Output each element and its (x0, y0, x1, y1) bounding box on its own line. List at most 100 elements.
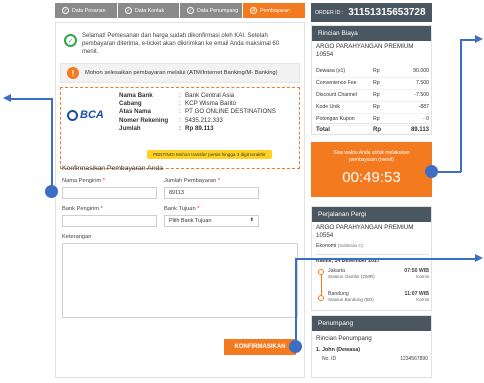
form-title: Konfirmasikan Pembayaran Anda (62, 165, 163, 172)
bank-tujuan-select[interactable]: Pilih Bank Tujuan ⬍ (164, 215, 259, 227)
bank-row-value: 5435.212.333 (185, 116, 223, 124)
passenger-id-row: No. ID 1234567890 (322, 356, 428, 362)
step-label: Data Penumpang (197, 7, 239, 14)
bank-row-value: Bank Central Asia (185, 92, 235, 99)
rincian-biaya-header: Rincian Biaya (312, 26, 431, 41)
bank-row: Jumlah: Rp 89.113 (119, 125, 289, 133)
fee-row: Convenience Fee Rp 7.500 (316, 78, 429, 90)
bank-row: Atas Nama: PT GO ONLINE DESTINATIONS (119, 108, 289, 116)
annotation-dot (289, 340, 302, 353)
perjalanan-header: Perjalanan Pergi (312, 207, 431, 222)
perjalanan-train: ARGO PARAHYANGAN PREMIUM 10554 (316, 224, 414, 239)
check-icon: ✓ (62, 7, 69, 14)
annotation-arrow-icon (475, 254, 483, 262)
bank-row-key: Jumlah (119, 124, 141, 132)
arrival-dot-icon (318, 295, 324, 301)
step-label: Pembayaran (260, 7, 291, 14)
step-label: Data Kontak (135, 7, 165, 14)
timer-value: 00:49:53 (342, 169, 401, 186)
fee-currency: Rp (373, 92, 380, 98)
fee-row: Dewasa (x1) Rp 90.000 (316, 66, 429, 78)
step-data-kontak[interactable]: ✓ Data Kontak (117, 3, 179, 18)
total-currency: Rp (373, 127, 381, 133)
total-row: Total Rp 89.113 (316, 123, 429, 133)
bank-row: Nomer Rekening:5435.212.333 (119, 117, 289, 125)
bank-row-value: KCP Wisma Barito (185, 100, 237, 108)
select-arrows-icon: ⬍ (249, 217, 254, 223)
fee-label: Dewasa (x1) (316, 68, 346, 74)
total-label: Total (316, 127, 330, 133)
payment-panel: ✓ Selamat! Pemesanan dan harga sudah dik… (55, 22, 305, 378)
bank-row-value: Rp 89.113 (185, 124, 214, 132)
info-text: Mohon selesaikan pembayaran melalui (ATM… (85, 70, 278, 76)
step-number-icon: 4 (250, 7, 257, 14)
step-data-pesanan[interactable]: ✓ Data Pesanan (55, 3, 117, 18)
keterangan-textarea[interactable] (62, 243, 298, 318)
jumlah-pembayaran-input[interactable]: 89113 (164, 187, 259, 199)
bank-pengirim-input[interactable] (62, 215, 157, 227)
penumpang-box: Penumpang Rincian Penumpang 1. John (Dew… (311, 315, 432, 378)
bank-row-key: Nomer Rekening (119, 116, 169, 124)
timer-text: Sisa waktu Anda untuk melakukan pembayar… (333, 150, 410, 163)
passenger-name: 1. John (Dewasa) (316, 347, 361, 353)
fee-currency: Rp (373, 80, 380, 86)
check-icon: ✓ (125, 7, 132, 14)
fee-currency: Rp (373, 104, 380, 110)
nama-pengirim-input[interactable] (62, 187, 157, 199)
passenger-id-label: No. ID (322, 356, 337, 362)
konfirmasikan-button[interactable]: KONFIRMASIKAN (224, 339, 296, 355)
bank-row: Cabang: KCP Wisma Barito (119, 100, 289, 108)
arr-station: Stasiun Bandung (BD) (328, 297, 374, 302)
step-pembayaran[interactable]: 4 Pembayaran (242, 3, 305, 18)
order-id-value: 31151315653728 (348, 7, 426, 18)
fee-value: -887 (418, 104, 429, 110)
annotation-dot (425, 165, 438, 178)
bca-logo-text: BCA (80, 109, 104, 121)
success-text: Selamat! Pemesanan dan harga sudah dikon… (82, 33, 280, 55)
penumpang-header: Penumpang (312, 316, 431, 331)
bank-row: Nama Bank: Bank Central Asia (119, 92, 289, 100)
annotation-line (295, 258, 297, 347)
fee-row: Kode Unik Rp -887 (316, 102, 429, 114)
annotation-line (10, 98, 52, 100)
bank-row-key: Nama Bank (119, 92, 153, 99)
step-data-penumpang[interactable]: ✓ Data Penumpang (179, 3, 242, 18)
success-notice: ✓ Selamat! Pemesanan dan harga sudah dik… (60, 30, 300, 60)
bca-logo: BCA (67, 107, 115, 123)
order-id-bar: ORDER ID : 31151315653728 (311, 3, 432, 22)
bank-pengirim-label: Bank Pengirim * (62, 206, 103, 212)
check-icon: ✓ (187, 7, 194, 14)
bank-row-value: PT GO ONLINE DESTINATIONS (185, 108, 276, 116)
dep-station: Stasiun Gambir (GMR) (328, 274, 375, 279)
fee-value: 90.000 (413, 68, 429, 74)
route-line (321, 271, 322, 298)
bank-tujuan-label: Bank Tujuan * (164, 206, 200, 212)
passenger-id-value: 1234567890 (400, 356, 428, 362)
annotation-arrow-icon (475, 35, 483, 43)
dep-day: Kamis (416, 274, 429, 279)
total-value: 89.113 (410, 127, 429, 133)
fee-row: Discount Channel Rp -7.500 (316, 90, 429, 102)
fee-label: Kode Unik (316, 104, 340, 110)
annotation-dot (45, 185, 58, 198)
order-id-label: ORDER ID : (315, 9, 344, 16)
annotation-arrow-icon (3, 94, 11, 102)
step-label: Data Pesanan (72, 7, 106, 14)
check-circle-icon: ✓ (64, 34, 77, 47)
rincian-biaya-box: Rincian Biaya ARGO PARAHYANGAN PREMIUM 1… (311, 25, 432, 135)
bank-tujuan-value: Pilih Bank Tujuan (169, 218, 212, 224)
fee-label: Discount Channel (316, 92, 357, 98)
transfer-warning: PENTING! Mohon transfer persis hingga 3 … (147, 150, 272, 159)
info-notice: ! Mohon selesaikan pembayaran melalui (A… (60, 63, 300, 83)
fee-label: Convenience Fee (316, 80, 357, 86)
payment-timer: Sisa waktu Anda untuk melakukan pembayar… (311, 142, 432, 197)
annotation-line (51, 98, 53, 192)
keterangan-label: Keterangan (62, 234, 92, 240)
nama-pengirim-label: Nama Pengirim * (62, 178, 106, 184)
alert-icon: ! (67, 67, 79, 79)
jumlah-pembayaran-label: Jumlah Pembayaran * (164, 178, 220, 184)
annotation-line (295, 258, 478, 260)
departure-dot-icon (318, 269, 324, 275)
bank-row-key: Cabang (119, 100, 142, 108)
arr-day: Kamis (416, 297, 429, 302)
